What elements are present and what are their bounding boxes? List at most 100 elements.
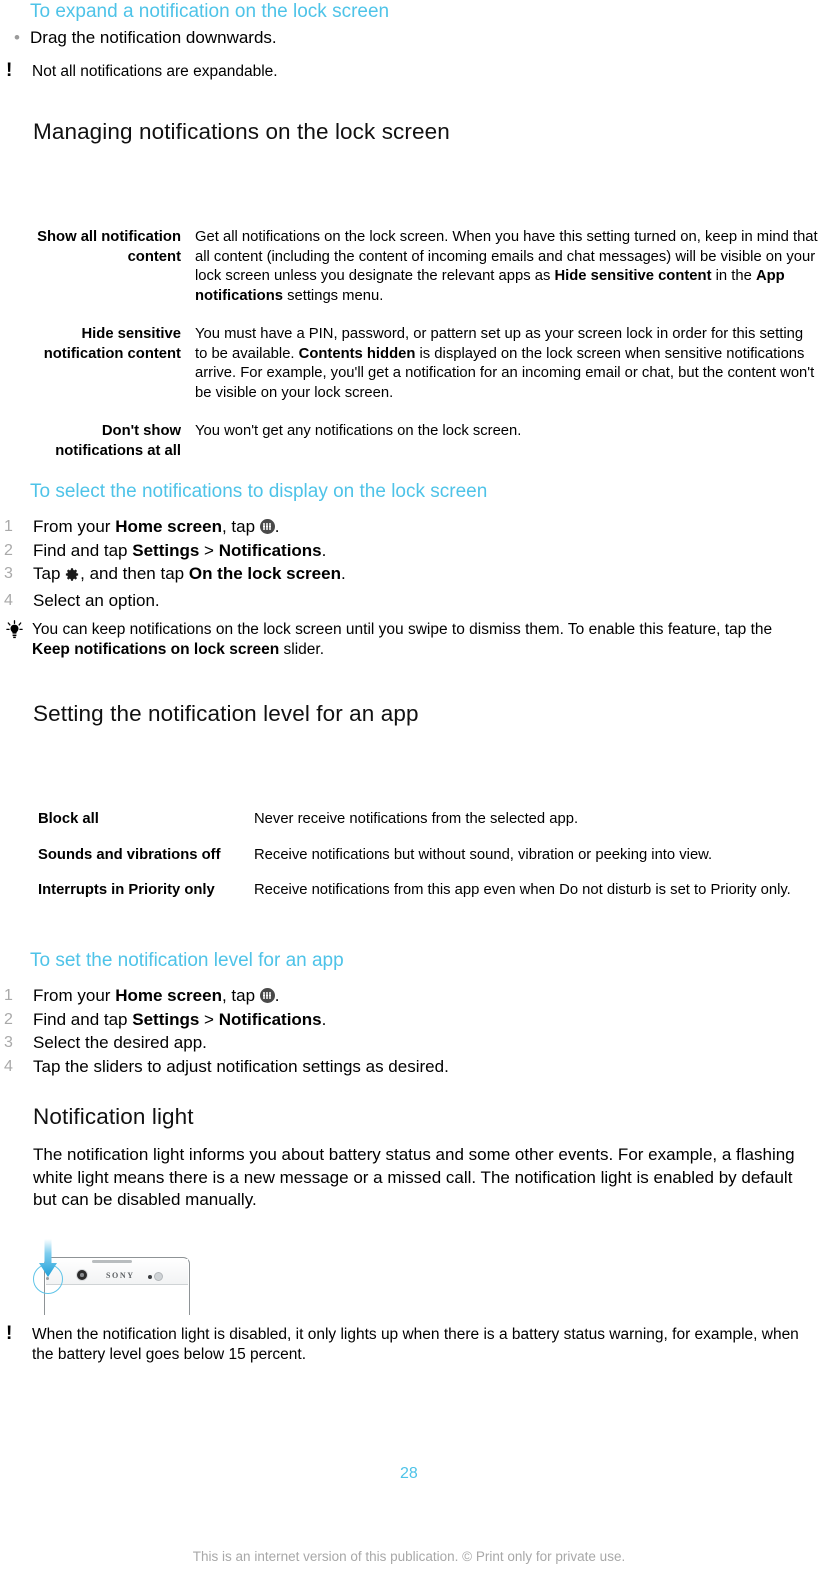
step-number: 4 <box>4 1057 13 1075</box>
section-title: Notification light <box>33 1104 194 1129</box>
list-item: 3 Tap , and then tap On the lock screen. <box>4 562 794 589</box>
table-row: Sounds and vibrations off Receive notific… <box>38 846 818 882</box>
exclamation-icon: ! <box>6 60 13 81</box>
step-text: Select an option. <box>33 589 794 613</box>
heading-expand-notification: To expand a notification on the lock scr… <box>30 1 390 22</box>
list-item: 2 Find and tap Settings > Notifications. <box>4 539 794 563</box>
emphasis-text: On the lock screen <box>188 564 341 583</box>
text-run: . <box>274 517 280 536</box>
table-row-description: Receive notifications but without sound,… <box>254 846 713 863</box>
step-text: Find and tap Settings > Notifications. <box>33 539 794 563</box>
levels-table: Block all Never receive notifications fro… <box>38 810 818 901</box>
step-text: From your Home screen, tap . <box>33 984 794 1008</box>
list-item: 1 From your Home screen, tap . <box>4 984 794 1008</box>
heading-set-level-steps: To set the notification level for an app <box>30 949 790 973</box>
step-text: Find and tap Settings > Notifications. <box>33 1008 794 1032</box>
text-run: . <box>274 986 280 1005</box>
step-number: 1 <box>4 518 13 535</box>
disclaimer-text: This is an internet version of this publ… <box>192 1549 626 1564</box>
text-run: You won't get any notifications on the l… <box>195 423 522 439</box>
note-text: Not all notifications are expandable. <box>32 63 278 80</box>
table-row: Block all Never receive notifications fro… <box>38 810 818 846</box>
emphasis-text: Settings <box>132 1009 200 1029</box>
list-item: 3 Select the desired app. <box>4 1031 794 1055</box>
tip-text: You can keep notifications on the lock s… <box>32 620 812 660</box>
text-run: slider. <box>279 641 325 658</box>
table-row-label: Block all <box>38 811 99 827</box>
procedure-title: To set the notification level for an app <box>30 950 344 971</box>
section-expand-notification: To expand a notification on the lock scr… <box>30 0 790 24</box>
list-item: 2 Find and tap Settings > Notifications. <box>4 1008 794 1032</box>
exclamation-icon: ! <box>6 1323 13 1344</box>
table-row-label: Sounds and vibrations off <box>38 846 221 863</box>
page-number: 28 <box>400 1465 418 1483</box>
emphasis-text: Home screen <box>115 517 222 536</box>
step-text: From your Home screen, tap . <box>33 515 794 539</box>
text-run: settings menu. <box>282 287 384 304</box>
text-run: Tap the sliders to adjust notification s… <box>33 1056 449 1076</box>
text-run: Find and tap <box>33 1009 133 1029</box>
tip-keep-notifications: You can keep notifications on the lock s… <box>0 620 812 660</box>
callout-arrow-icon <box>39 1239 57 1277</box>
step-number: 2 <box>4 1010 13 1028</box>
options-table: Show all notification content Get all not… <box>33 228 818 461</box>
emphasis-text: Notifications <box>218 1009 322 1029</box>
table-row-description: Receive notifications from this app even… <box>254 882 791 898</box>
section-title: Managing notifications on the lock scree… <box>33 119 450 144</box>
heading-managing-notifications: Managing notifications on the lock scree… <box>33 118 793 146</box>
list-item: • Drag the notification downwards. <box>4 27 794 50</box>
step-text: Select the desired app. <box>33 1031 794 1055</box>
table-row: Interrupts in Priority only Receive notif… <box>38 881 818 901</box>
emphasis-text: Notifications <box>218 540 322 560</box>
emphasis-text: Keep notifications on lock screen <box>32 641 280 658</box>
front-camera-icon <box>76 1269 88 1281</box>
table-row-label: Show all notification content <box>37 229 181 265</box>
step-number: 4 <box>4 591 13 609</box>
text-run: in the <box>711 268 756 284</box>
table-row-label: Interrupts in Priority only <box>38 882 215 898</box>
document-page: To expand a notification on the lock scr… <box>0 0 818 1590</box>
body-paragraph: The notification light informs you about… <box>33 1145 795 1209</box>
procedure-title: To select the notifications to display o… <box>30 481 488 502</box>
emphasis-text: Settings <box>132 540 200 560</box>
step-number: 1 <box>4 987 13 1004</box>
list-item: 4 Tap the sliders to adjust notification … <box>4 1055 794 1079</box>
text-run: . <box>321 1009 327 1029</box>
text-run: , tap <box>221 986 260 1005</box>
paragraph-notification-light: The notification light informs you about… <box>33 1144 799 1212</box>
list-item: 1 From your Home screen, tap . <box>4 515 794 539</box>
note-text: When the notification light is disabled,… <box>32 1326 799 1363</box>
table-row: Hide sensitive notification content You m… <box>33 325 818 422</box>
text-run: . <box>340 564 346 583</box>
lightbulb-icon <box>0 620 32 644</box>
app-drawer-icon <box>259 988 275 1003</box>
table-notification-levels: Block all Never receive notifications fro… <box>38 810 818 901</box>
note-notification-light: ! When the notification light is disable… <box>0 1323 814 1365</box>
text-run: . <box>321 540 327 560</box>
table-row-label: Hide sensitive notification content <box>43 326 181 362</box>
step-number: 3 <box>4 1034 13 1051</box>
xperia-phone-top-illustration: SONY <box>24 1239 192 1315</box>
footer-disclaimer: This is an internet version of this publ… <box>0 1549 818 1564</box>
text-run: , tap <box>221 517 260 536</box>
text-run: Select an option. <box>33 590 160 610</box>
proximity-sensor-icon <box>148 1272 164 1281</box>
emphasis-text: Contents hidden <box>298 345 416 362</box>
steps-select-notifications: 1 From your Home screen, tap . 2 Find and t… <box>4 515 794 612</box>
text-run: > <box>199 1009 219 1029</box>
list-item: 4 Select an option. <box>4 589 794 613</box>
table-row: Don't show notifications at all You won't… <box>33 422 818 461</box>
text-run: You can keep notifications on the lock s… <box>32 621 773 638</box>
step-number: 3 <box>4 565 13 582</box>
page-number-value: 28 <box>400 1465 418 1482</box>
heading-notification-light: Notification light <box>33 1103 793 1131</box>
step-number: 2 <box>4 541 13 559</box>
bullet-list-expand: • Drag the notification downwards. <box>4 27 794 50</box>
earpiece-speaker-icon <box>92 1260 132 1263</box>
table-row-description: Never receive notifications from the sel… <box>254 811 579 827</box>
heading-select-notifications: To select the notifications to display o… <box>30 480 790 504</box>
text-run: Select the desired app. <box>33 1033 207 1052</box>
sony-brand-logo: SONY <box>106 1271 135 1280</box>
text-run: Tap <box>33 564 66 583</box>
steps-set-level: 1 From your Home screen, tap . 2 Find and t… <box>4 984 794 1078</box>
